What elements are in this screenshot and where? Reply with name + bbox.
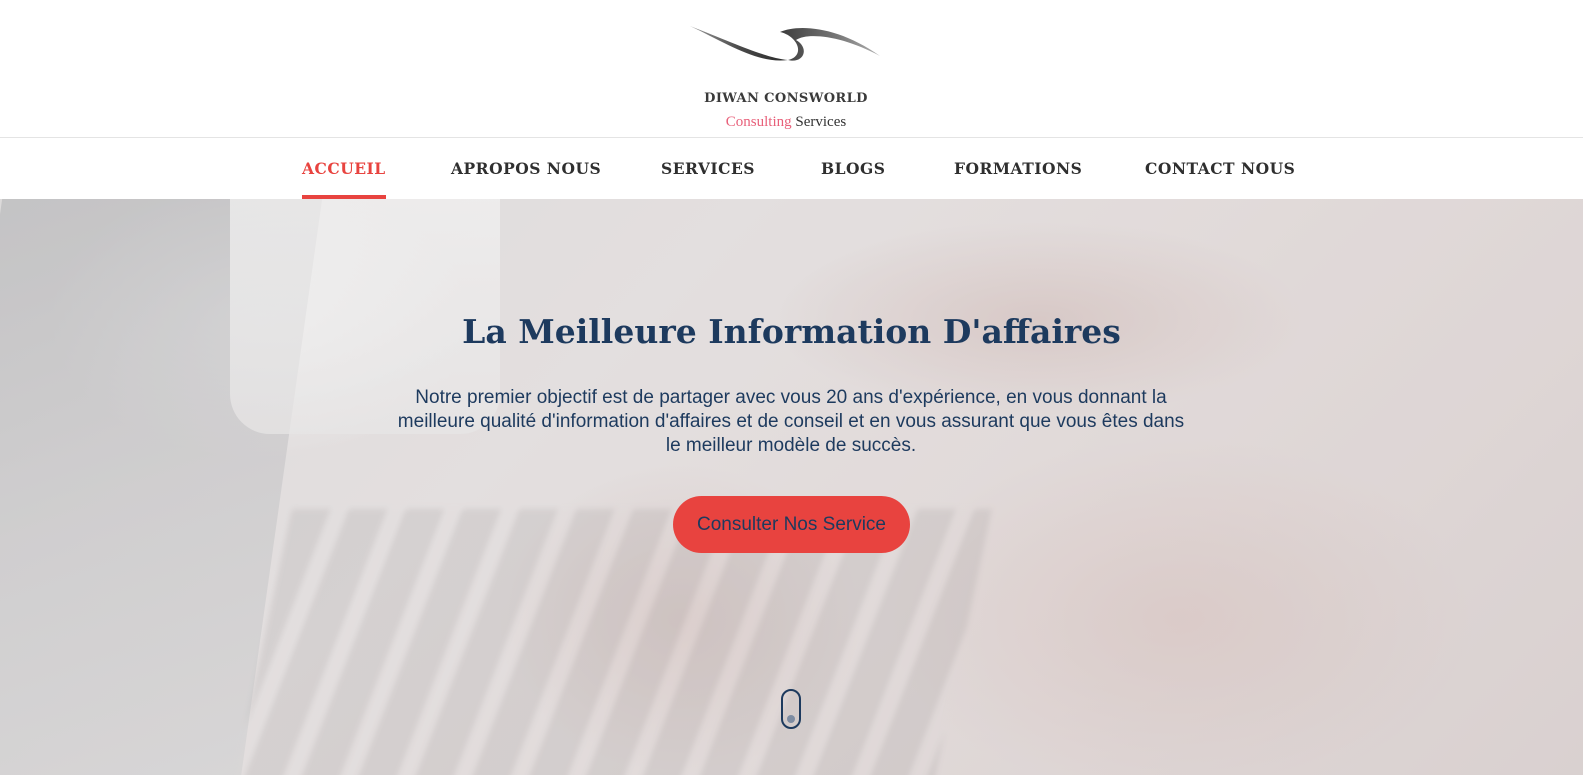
hero-title: La Meilleure Information D'affaires [462, 312, 1121, 351]
nav-item-blogs[interactable]: BLOGS [821, 139, 885, 199]
nav-item-services[interactable]: SERVICES [661, 139, 755, 199]
brand-tagline-accent: Consulting [725, 114, 792, 130]
main-nav: ACCUEIL APROPOS NOUS SERVICES BLOGS FORM… [0, 139, 1583, 199]
nav-item-formations[interactable]: FORMATIONS [954, 139, 1082, 199]
nav-item-contact-nous[interactable]: CONTACT NOUS [1145, 139, 1295, 199]
brand-tagline: Consulting Services [686, 114, 886, 131]
brand-tagline-rest: Services [795, 114, 847, 130]
consult-services-button[interactable]: Consulter Nos Service [673, 496, 910, 553]
swoosh-logo-icon [690, 26, 880, 61]
brand-name: DIWAN CONSWORLD [704, 91, 868, 106]
hero-banner: La Meilleure Information D'affaires Notr… [0, 199, 1583, 775]
site-header: DIWAN CONSWORLD Consulting Services [0, 0, 1583, 138]
nav-item-apropos-nous[interactable]: APROPOS NOUS [451, 139, 601, 199]
mouse-scroll-icon[interactable] [781, 689, 801, 729]
nav-item-accueil[interactable]: ACCUEIL [302, 139, 386, 199]
hero-description: Notre premier objectif est de partager a… [397, 387, 1185, 456]
scroll-dot [787, 715, 795, 723]
brand-logo[interactable]: DIWAN CONSWORLD Consulting Services [686, 10, 886, 130]
